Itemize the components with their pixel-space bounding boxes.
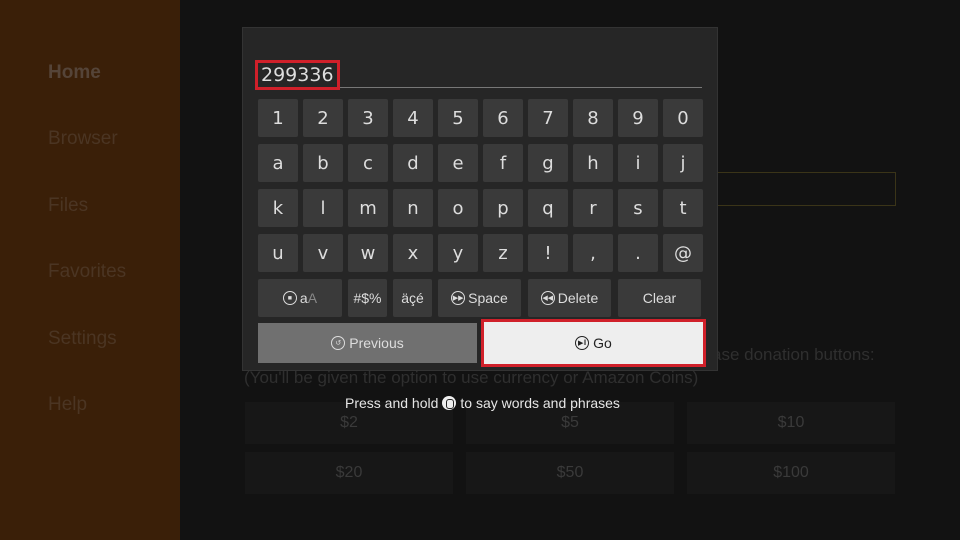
key-v[interactable]: v [303,234,343,272]
donate-100-button[interactable]: $100 [687,452,895,494]
key-k[interactable]: k [258,189,298,227]
sidebar-item-settings[interactable]: Settings [48,328,117,350]
menu-button-icon: ■ [282,291,297,305]
back-icon: ↺ [331,336,346,350]
key-n[interactable]: n [393,189,433,227]
space-key[interactable]: ▶▶ Space [438,279,521,317]
key-a[interactable]: a [258,144,298,182]
clear-key[interactable]: Clear [618,279,701,317]
key-j[interactable]: j [663,144,703,182]
key-z[interactable]: z [483,234,523,272]
donate-20-button[interactable]: $20 [245,452,453,494]
key-e[interactable]: e [438,144,478,182]
key-![interactable]: ! [528,234,568,272]
hint-after: to say words and phrases [460,395,620,411]
sidebar-item-favorites[interactable]: Favorites [48,261,126,283]
key-g[interactable]: g [528,144,568,182]
key-s[interactable]: s [618,189,658,227]
sidebar-item-home[interactable]: Home [48,62,101,84]
key-f[interactable]: f [483,144,523,182]
key-7[interactable]: 7 [528,99,568,137]
key-5[interactable]: 5 [438,99,478,137]
key-y[interactable]: y [438,234,478,272]
key-l[interactable]: l [303,189,343,227]
previous-label: Previous [349,335,404,351]
key-1[interactable]: 1 [258,99,298,137]
donation-note: (You'll be given the option to use curre… [244,368,699,387]
key-,[interactable]: , [573,234,613,272]
donate-50-button[interactable]: $50 [466,452,674,494]
key-m[interactable]: m [348,189,388,227]
key-t[interactable]: t [663,189,703,227]
donation-heading: ase donation buttons: [712,345,875,364]
key-2[interactable]: 2 [303,99,343,137]
sidebar-item-files[interactable]: Files [48,195,88,217]
case-lower-label: a [299,290,308,306]
key-w[interactable]: w [348,234,388,272]
key-d[interactable]: d [393,144,433,182]
key-u[interactable]: u [258,234,298,272]
key-3[interactable]: 3 [348,99,388,137]
delete-label: Delete [557,290,599,306]
key-8[interactable]: 8 [573,99,613,137]
microphone-icon [442,396,457,410]
accents-key[interactable]: äçé [393,279,432,317]
key-q[interactable]: q [528,189,568,227]
sidebar: Home Browser Files Favorites Settings He… [0,0,180,540]
space-label: Space [468,290,508,306]
donate-10-button[interactable]: $10 [687,402,895,444]
background-input-field [700,172,896,206]
key-c[interactable]: c [348,144,388,182]
case-upper-label: A [307,290,318,306]
key-0[interactable]: 0 [663,99,703,137]
hint-before: Press and hold [345,395,439,411]
previous-button[interactable]: ↺ Previous [258,323,477,363]
key-6[interactable]: 6 [483,99,523,137]
play-pause-icon: ▶‖ [575,336,590,350]
fast-forward-icon: ▶▶ [451,291,466,305]
key-r[interactable]: r [573,189,613,227]
go-label: Go [593,335,612,351]
text-input[interactable]: 299336 [255,60,340,90]
key-.[interactable]: . [618,234,658,272]
delete-key[interactable]: ◀◀ Delete [528,279,611,317]
rewind-icon: ◀◀ [540,291,555,305]
case-toggle-key[interactable]: ■ a A [258,279,342,317]
key-@[interactable]: @ [663,234,703,272]
sidebar-item-help[interactable]: Help [48,394,87,416]
key-x[interactable]: x [393,234,433,272]
key-4[interactable]: 4 [393,99,433,137]
key-b[interactable]: b [303,144,343,182]
voice-hint: Press and hold to say words and phrases [345,395,620,411]
go-button[interactable]: ▶‖ Go [481,319,706,367]
key-h[interactable]: h [573,144,613,182]
symbols-key[interactable]: #$% [348,279,387,317]
key-p[interactable]: p [483,189,523,227]
key-i[interactable]: i [618,144,658,182]
sidebar-item-browser[interactable]: Browser [48,128,118,150]
key-o[interactable]: o [438,189,478,227]
key-9[interactable]: 9 [618,99,658,137]
